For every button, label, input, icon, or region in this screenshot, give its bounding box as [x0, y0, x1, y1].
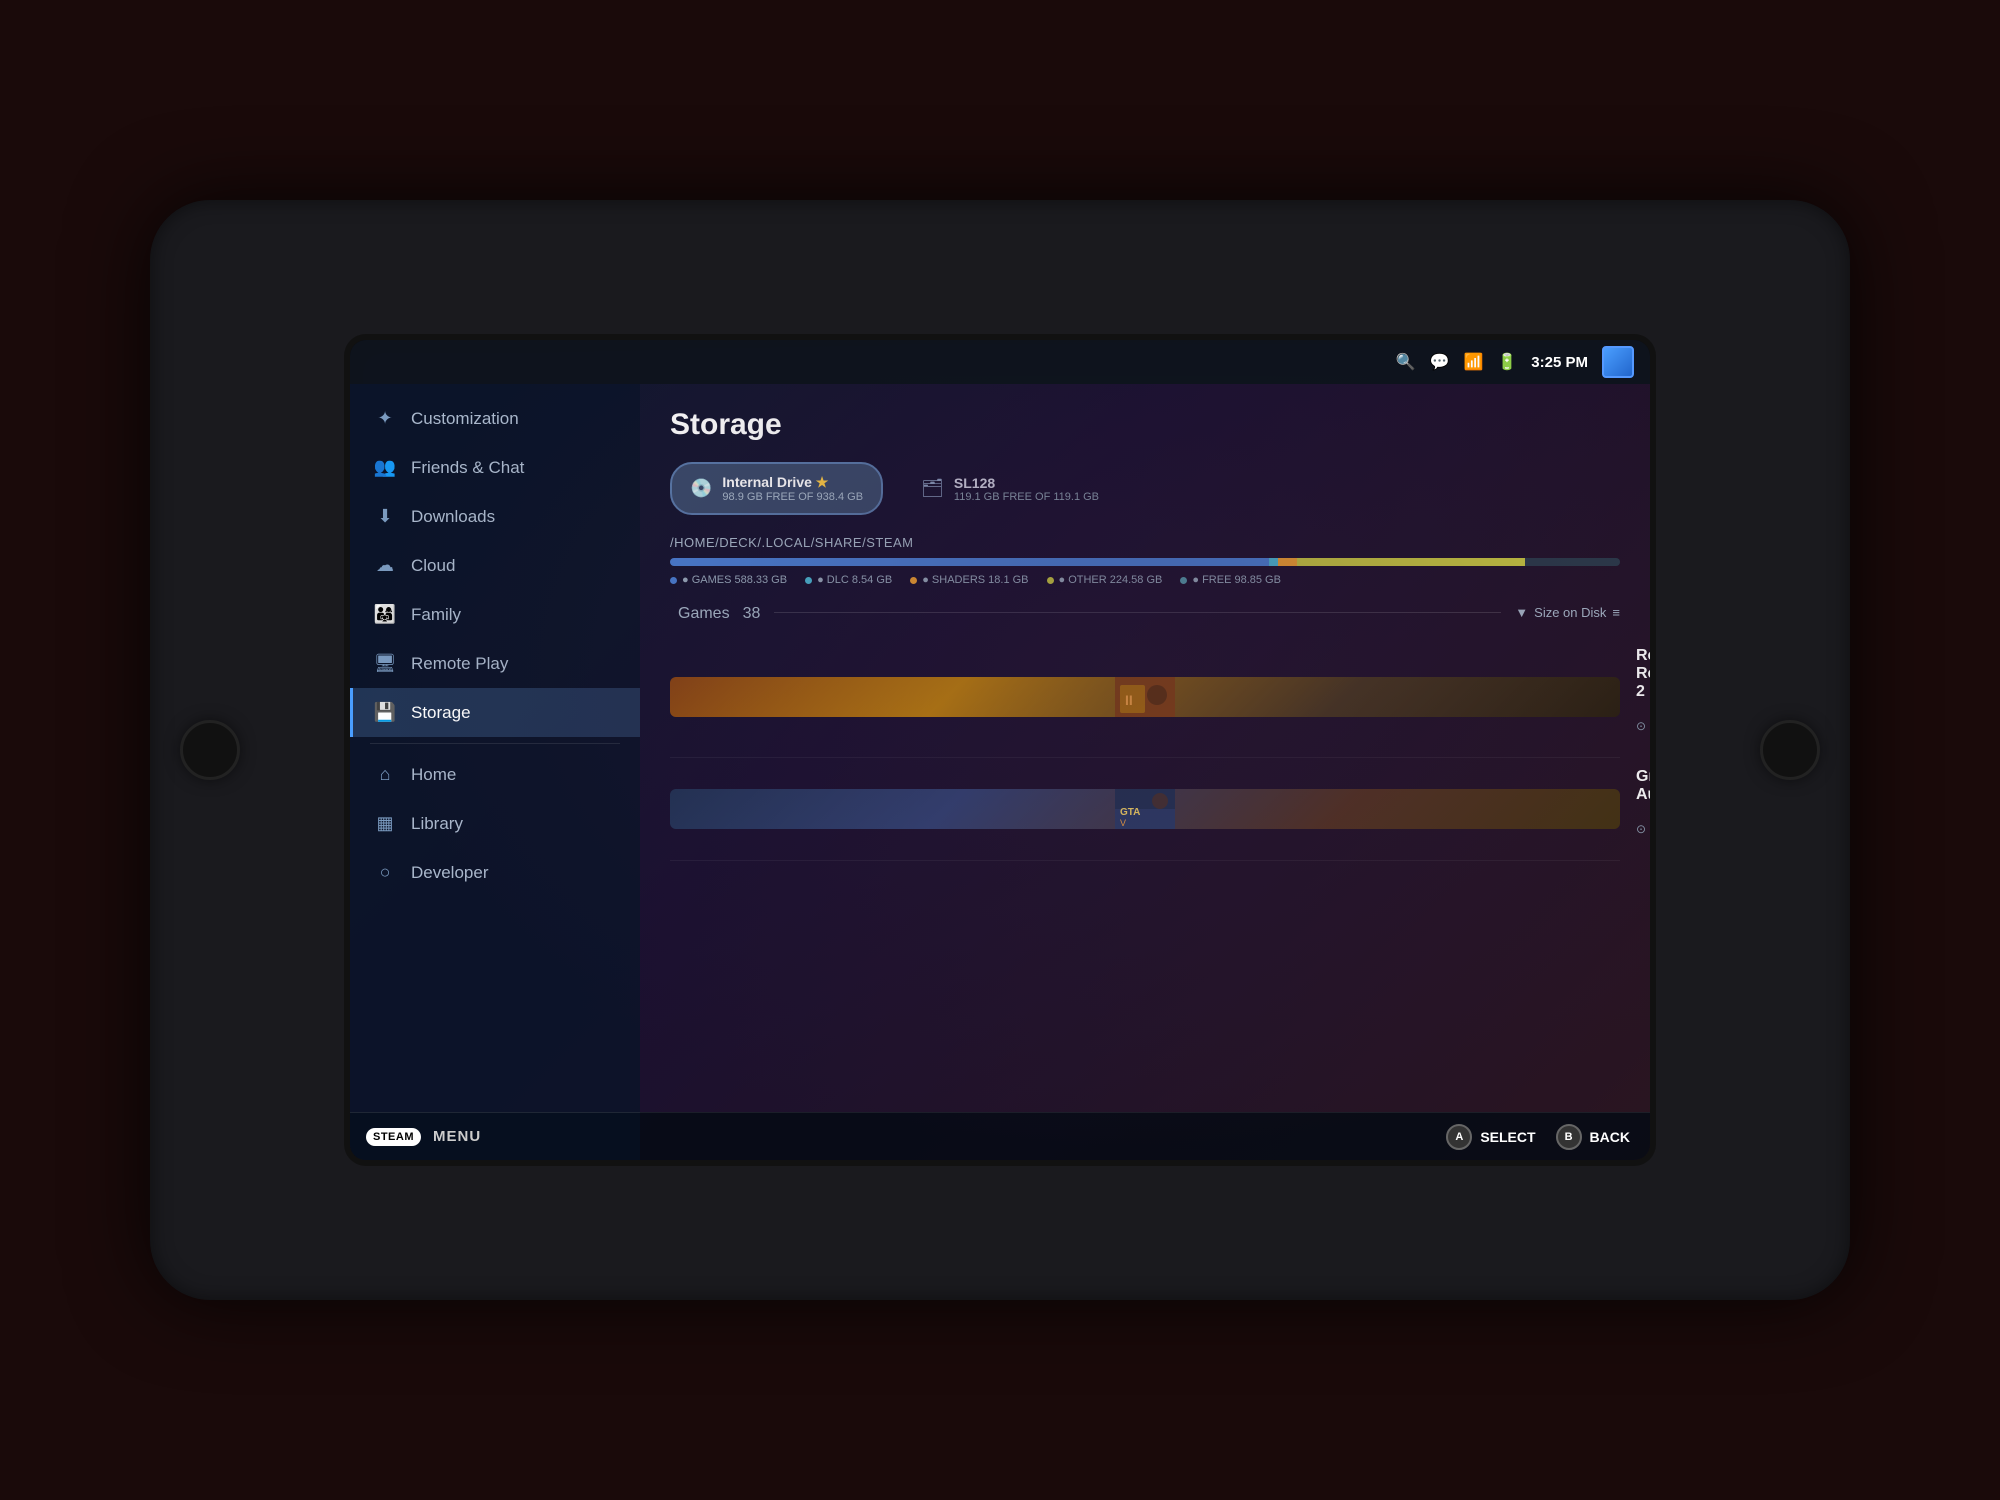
avatar[interactable]: [1602, 346, 1634, 378]
a-button: A: [1446, 1124, 1472, 1150]
gta5-thumbnail: GTA V: [670, 789, 1620, 829]
page-title: Storage: [670, 408, 1620, 442]
developer-icon: ○: [373, 862, 397, 883]
friends-icon: 👥: [373, 457, 397, 478]
internal-drive-button[interactable]: 💿 Internal Drive ★ 98.9 GB FREE OF 938.4…: [670, 462, 883, 515]
table-row[interactable]: II Red Dead Redemption 2 ⊙ 7.71 GB: [670, 637, 1620, 758]
signal-icon: 📶: [1463, 352, 1483, 372]
internal-drive-icon: 💿: [690, 478, 712, 499]
games-header: Games 38 ▼ Size on Disk ≡: [670, 602, 1620, 623]
menu-label: MENU: [433, 1128, 481, 1145]
rdr2-dlc: ⊙ 7.71 GB: [1636, 705, 1650, 747]
battery-icon: 🔋: [1497, 352, 1517, 372]
svg-text:II: II: [1125, 692, 1133, 708]
right-joystick[interactable]: [1760, 720, 1820, 780]
sidebar-item-developer[interactable]: ○ Developer: [350, 848, 640, 897]
rdr2-meta: ⊙ 7.71 GB ⏱ JAN 22, 2024: [1636, 705, 1650, 747]
legend-shaders: ● SHADERS 18.1 GB: [910, 574, 1028, 586]
legend-dlc: ● DLC 8.54 GB: [805, 574, 892, 586]
internal-drive-free: 98.9 GB FREE OF 938.4 GB: [722, 491, 863, 503]
sidebar: ✦ Customization 👥 Friends & Chat ⬇ Downl…: [350, 384, 640, 1160]
sidebar-item-home[interactable]: ⌂ Home: [350, 750, 640, 799]
sidebar-item-cloud[interactable]: ☁ Cloud: [350, 541, 640, 590]
bottom-controls: A SELECT B BACK: [640, 1112, 1650, 1160]
header-divider: [774, 612, 1501, 613]
rdr2-info: Red Dead Redemption 2 ⊙ 7.71 GB ⏱ JAN 22…: [1636, 647, 1650, 747]
storage-icon: 💾: [373, 702, 397, 723]
table-row[interactable]: GTA V Grand Theft Auto V ⊙ 326.32 MB: [670, 758, 1620, 861]
steam-deck-device: 🔍 💬 📶 🔋 3:25 PM ✦ Customization 👥 Friend…: [150, 200, 1850, 1300]
storage-path: /HOME/DECK/.LOCAL/SHARE/STEAM: [670, 535, 1620, 550]
external-drive-button[interactable]: 🗂 SL128 119.1 GB FREE OF 119.1 GB: [903, 465, 1117, 513]
filter-icon: ≡: [1612, 605, 1620, 620]
b-button: B: [1556, 1124, 1582, 1150]
storage-legend: ● GAMES 588.33 GB ● DLC 8.54 GB ● SHADER…: [670, 574, 1620, 586]
gta5-dlc: ⊙ 326.32 MB: [1636, 808, 1650, 850]
content-area: Storage 💿 Internal Drive ★ 98.9 GB FREE …: [640, 384, 1650, 1160]
bar-free: [1525, 558, 1620, 566]
svg-text:GTA: GTA: [1120, 807, 1140, 818]
message-icon: 💬: [1430, 352, 1450, 372]
steam-badge[interactable]: STEAM: [366, 1128, 421, 1146]
legend-other: ● OTHER 224.58 GB: [1047, 574, 1163, 586]
dlc-icon: ⊙: [1636, 719, 1646, 733]
storage-bar: [670, 558, 1620, 566]
bar-games: [670, 558, 1269, 566]
clock: 3:25 PM: [1531, 354, 1588, 371]
home-icon: ⌂: [373, 764, 397, 785]
sidebar-item-remote-play[interactable]: 🖥 Remote Play: [350, 639, 640, 688]
nav-divider: [370, 743, 620, 744]
bar-shaders: [1278, 558, 1297, 566]
customization-icon: ✦: [373, 408, 397, 429]
dlc-icon: ⊙: [1636, 822, 1646, 836]
main-area: ✦ Customization 👥 Friends & Chat ⬇ Downl…: [350, 384, 1650, 1160]
rdr2-name: Red Dead Redemption 2: [1636, 647, 1650, 701]
internal-drive-name: Internal Drive ★: [722, 474, 863, 491]
sidebar-item-customization[interactable]: ✦ Customization: [350, 394, 640, 443]
external-drive-name: SL128: [954, 475, 1099, 491]
status-bar: 🔍 💬 📶 🔋 3:25 PM: [350, 340, 1650, 384]
cloud-icon: ☁: [373, 555, 397, 576]
svg-text:V: V: [1120, 818, 1126, 828]
games-count: Games 38: [670, 602, 760, 623]
sidebar-item-storage[interactable]: 💾 Storage: [350, 688, 640, 737]
bar-other: [1297, 558, 1525, 566]
sidebar-item-library[interactable]: ▦ Library: [350, 799, 640, 848]
family-icon: 👨‍👩‍👧: [373, 604, 397, 625]
legend-free: ● FREE 98.85 GB: [1180, 574, 1281, 586]
gta5-info: Grand Theft Auto V ⊙ 326.32 MB ⏱ JAN 20,…: [1636, 768, 1650, 850]
downloads-icon: ⬇: [373, 506, 397, 527]
left-joystick[interactable]: [180, 720, 240, 780]
sort-button[interactable]: ▼ Size on Disk ≡: [1515, 605, 1620, 620]
library-icon: ▦: [373, 813, 397, 834]
sidebar-item-friends[interactable]: 👥 Friends & Chat: [350, 443, 640, 492]
rdr2-thumbnail: II: [670, 677, 1620, 717]
gta5-meta: ⊙ 326.32 MB ⏱ JAN 20, 2024: [1636, 808, 1650, 850]
bar-dlc: [1269, 558, 1279, 566]
sidebar-item-family[interactable]: 👨‍👩‍👧 Family: [350, 590, 640, 639]
external-drive-icon: 🗂: [921, 478, 944, 499]
sidebar-item-downloads[interactable]: ⬇ Downloads: [350, 492, 640, 541]
drive-row: 💿 Internal Drive ★ 98.9 GB FREE OF 938.4…: [670, 462, 1620, 515]
external-drive-free: 119.1 GB FREE OF 119.1 GB: [954, 491, 1099, 503]
sort-down-icon: ▼: [1515, 605, 1528, 620]
remote-play-icon: 🖥: [373, 653, 397, 674]
screen: 🔍 💬 📶 🔋 3:25 PM ✦ Customization 👥 Friend…: [350, 340, 1650, 1160]
games-list: II Red Dead Redemption 2 ⊙ 7.71 GB: [670, 637, 1620, 861]
gta5-name: Grand Theft Auto V: [1636, 768, 1650, 804]
search-icon[interactable]: 🔍: [1396, 352, 1416, 372]
steam-menu-bar[interactable]: STEAM MENU: [350, 1112, 640, 1160]
legend-games: ● GAMES 588.33 GB: [670, 574, 787, 586]
select-control[interactable]: A SELECT: [1446, 1124, 1535, 1150]
back-control[interactable]: B BACK: [1556, 1124, 1630, 1150]
